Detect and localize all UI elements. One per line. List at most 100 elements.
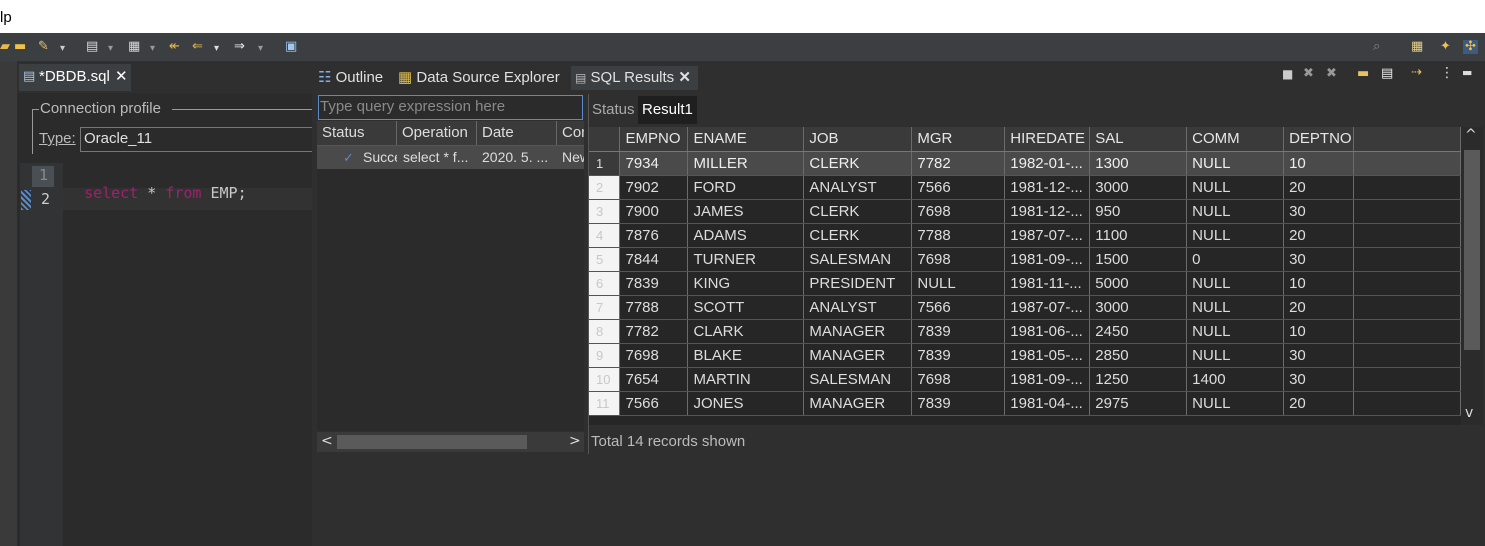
history-col-operation[interactable]: Operation (397, 121, 477, 145)
cell-comm[interactable]: NULL (1186, 175, 1285, 200)
cell-mgr[interactable]: NULL (911, 271, 1006, 296)
cell-comm[interactable]: NULL (1186, 343, 1285, 368)
cell-deptno[interactable]: 20 (1283, 175, 1355, 200)
cell-deptno[interactable]: 30 (1283, 343, 1355, 368)
cell-job[interactable]: SALESMAN (803, 367, 913, 392)
connection-type-field[interactable]: Oracle_11 (80, 127, 313, 152)
cell-ename[interactable]: MILLER (687, 151, 805, 176)
table-row[interactable]: 6 7839 KING PRESIDENT NULL 1981-11-... 5000 NUL… (589, 271, 1461, 296)
tab-status[interactable]: Status (588, 96, 639, 124)
cell-empno[interactable]: 7566 (619, 391, 689, 416)
cell-job[interactable]: CLERK (803, 199, 913, 224)
cell-comm[interactable]: NULL (1186, 271, 1285, 296)
cell-mgr[interactable]: 7566 (911, 175, 1006, 200)
results-grid[interactable]: EMPNO ENAME JOB MGR HIREDATE SAL COMM DEPTNO 17… (589, 127, 1461, 425)
table-row[interactable]: 11 7566 JONES MANAGER 7839 1981-04-... 2975 NUL… (589, 391, 1461, 416)
cell-hiredate[interactable]: 1981-11-... (1004, 271, 1091, 296)
new-window-icon[interactable]: ▣ (285, 40, 297, 54)
scroll-left-icon[interactable]: < (321, 433, 333, 449)
cell-ename[interactable]: CLARK (687, 319, 805, 344)
cell-mgr[interactable]: 7698 (911, 367, 1006, 392)
cell-deptno[interactable]: 30 (1283, 199, 1355, 224)
close-icon[interactable]: ✕ (678, 69, 691, 86)
save-icon[interactable]: ▤ (86, 40, 98, 54)
column-header-sal[interactable]: SAL (1089, 127, 1188, 152)
column-header-mgr[interactable]: MGR (911, 127, 1006, 152)
tab-result1[interactable]: Result1 (638, 96, 697, 124)
cell-ename[interactable]: MARTIN (687, 367, 805, 392)
tab-outline[interactable]: ☷ Outline (318, 66, 383, 90)
scroll-up-icon[interactable]: ^ (1465, 127, 1477, 143)
cell-job[interactable]: PRESIDENT (803, 271, 913, 296)
cell-ename[interactable]: SCOTT (687, 295, 805, 320)
remove-all-icon[interactable]: ✖ (1326, 66, 1337, 81)
table-row[interactable]: 3 7900 JAMES CLERK 7698 1981-12-... 950 NULL 30 (589, 199, 1461, 224)
cell-sal[interactable]: 1500 (1089, 247, 1188, 272)
export-icon[interactable]: ⇢ (1411, 65, 1422, 80)
table-row[interactable]: 1 7934 MILLER CLERK 7782 1982-01-... 1300 NULL 1… (589, 151, 1461, 176)
cell-comm[interactable]: NULL (1186, 223, 1285, 248)
cell-ename[interactable]: JONES (687, 391, 805, 416)
debug-icon[interactable]: ✣ (1463, 40, 1478, 54)
cell-empno[interactable]: 7934 (619, 151, 689, 176)
scroll-thumb[interactable] (337, 435, 527, 449)
cell-hiredate[interactable]: 1981-09-... (1004, 367, 1091, 392)
view-icon[interactable]: ▬ (1357, 66, 1369, 81)
cell-mgr[interactable]: 7788 (911, 223, 1006, 248)
dropdown-icon[interactable]: ▾ (214, 42, 219, 56)
cell-empno[interactable]: 7900 (619, 199, 689, 224)
cell-empno[interactable]: 7839 (619, 271, 689, 296)
history-col-status[interactable]: Status (317, 121, 397, 145)
perspective-alt-icon[interactable]: ✦ (1440, 40, 1451, 54)
cell-sal[interactable]: 2450 (1089, 319, 1188, 344)
cell-empno[interactable]: 7902 (619, 175, 689, 200)
code-line-1[interactable]: select * from EMP; (66, 166, 247, 202)
cell-ename[interactable]: KING (687, 271, 805, 296)
cell-deptno[interactable]: 20 (1283, 391, 1355, 416)
code-area[interactable] (63, 163, 312, 546)
cell-empno[interactable]: 7844 (619, 247, 689, 272)
cell-deptno[interactable]: 10 (1283, 151, 1355, 176)
cell-hiredate[interactable]: 1982-01-... (1004, 151, 1091, 176)
cell-deptno[interactable]: 10 (1283, 271, 1355, 296)
cell-comm[interactable]: NULL (1186, 391, 1285, 416)
tab-data-source-explorer[interactable]: ▦ Data Source Explorer (398, 66, 560, 90)
horizontal-scrollbar[interactable]: < > (317, 432, 584, 452)
back-icon[interactable]: ↞ (169, 40, 180, 54)
cell-job[interactable]: SALESMAN (803, 247, 913, 272)
cell-hiredate[interactable]: 1981-05-... (1004, 343, 1091, 368)
cell-job[interactable]: MANAGER (803, 319, 913, 344)
cell-hiredate[interactable]: 1981-09-... (1004, 247, 1091, 272)
cell-comm[interactable]: NULL (1186, 319, 1285, 344)
cell-comm[interactable]: 1400 (1186, 367, 1285, 392)
cell-ename[interactable]: TURNER (687, 247, 805, 272)
cell-comm[interactable]: 0 (1186, 247, 1285, 272)
cell-hiredate[interactable]: 1987-07-... (1004, 223, 1091, 248)
table-row[interactable]: 9 7698 BLAKE MANAGER 7839 1981-05-... 2850 NULL… (589, 343, 1461, 368)
remove-icon[interactable]: ✖ (1303, 66, 1314, 81)
search-icon[interactable]: ⌕ (1373, 40, 1380, 54)
stop-icon[interactable]: ■ (1282, 67, 1293, 81)
brush-icon[interactable]: ✎ (38, 40, 49, 54)
cell-job[interactable]: MANAGER (803, 391, 913, 416)
dropdown-icon[interactable]: ▾ (258, 42, 263, 56)
dropdown-icon[interactable]: ▾ (150, 42, 155, 56)
column-header-hiredate[interactable]: HIREDATE (1004, 127, 1091, 152)
column-header-deptno[interactable]: DEPTNO (1283, 127, 1355, 152)
scroll-thumb[interactable] (1464, 150, 1480, 350)
cell-mgr[interactable]: 7839 (911, 343, 1006, 368)
cell-job[interactable]: ANALYST (803, 295, 913, 320)
column-header-empno[interactable]: EMPNO (619, 127, 689, 152)
tab-sql-results[interactable]: ▤ SQL Results ✕ (571, 66, 698, 90)
cell-empno[interactable]: 7698 (619, 343, 689, 368)
table-row[interactable]: 5 7844 TURNER SALESMAN 7698 1981-09-... 1500 0 3… (589, 247, 1461, 272)
scroll-down-icon[interactable]: v (1465, 405, 1473, 421)
editor-tab[interactable]: ▤ *DBDB.sql ✕ (19, 64, 131, 91)
dropdown-icon[interactable]: ▾ (108, 42, 113, 56)
table-row[interactable]: 8 7782 CLARK MANAGER 7839 1981-06-... 2450 NULL… (589, 319, 1461, 344)
cell-deptno[interactable]: 30 (1283, 367, 1355, 392)
close-icon[interactable]: ✕ (115, 67, 128, 85)
cell-mgr[interactable]: 7782 (911, 151, 1006, 176)
cell-deptno[interactable]: 30 (1283, 247, 1355, 272)
cell-hiredate[interactable]: 1981-12-... (1004, 199, 1091, 224)
